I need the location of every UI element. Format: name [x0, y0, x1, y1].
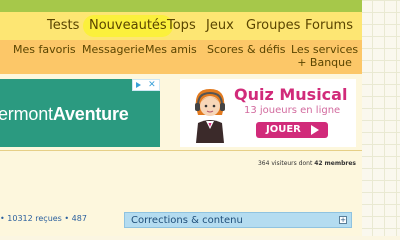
nav-nouveautes[interactable]: Nouveautés — [83, 15, 173, 37]
subnav-services[interactable]: Les services + Banque — [291, 43, 358, 69]
play-button-label: JOUER — [266, 124, 301, 135]
quiz-title: Quiz Musical — [234, 85, 348, 104]
nav-tests[interactable]: Tests — [47, 12, 79, 40]
main-nav: Tests Nouveautés Tops Jeux Groupes Forum… — [0, 12, 362, 40]
nav-forums[interactable]: Forums — [305, 12, 353, 40]
corrections-panel-header[interactable]: Corrections & contenu + — [124, 212, 352, 228]
subnav-messagerie[interactable]: Messagerie — [82, 43, 145, 56]
nav-jeux[interactable]: Jeux — [206, 12, 234, 40]
quiz-ad[interactable]: Quiz Musical 13 joueurs en ligne JOUER — [180, 79, 356, 147]
divider — [0, 150, 362, 151]
panel-title: Corrections & contenu — [131, 215, 243, 226]
adchoices-play-icon — [136, 82, 142, 88]
nav-tops[interactable]: Tops — [167, 12, 196, 40]
close-icon[interactable]: ✕ — [148, 80, 156, 90]
subnav-mes-amis[interactable]: Mes amis — [145, 43, 197, 56]
page-background — [360, 0, 400, 236]
play-icon — [311, 125, 319, 135]
quiz-subtitle: 13 joueurs en ligne — [244, 105, 341, 116]
subnav-scores-defis[interactable]: Scores & défis — [207, 43, 286, 56]
ad-banner-text: ermontAventure — [0, 104, 129, 124]
expand-icon[interactable]: + — [339, 216, 347, 224]
visitor-count: 364 visiteurs dont 42 membres — [257, 160, 356, 167]
adchoices-icon[interactable]: ✕ — [132, 79, 160, 91]
quiz-character-icon — [195, 89, 225, 143]
play-button[interactable]: JOUER — [256, 122, 328, 138]
top-bar — [0, 0, 362, 12]
nav-groupes[interactable]: Groupes — [246, 12, 300, 40]
sub-nav: Mes favoris Messagerie Mes amis Scores &… — [0, 40, 362, 74]
subnav-mes-favoris[interactable]: Mes favoris — [13, 43, 76, 56]
subnav-banque-label: + Banque — [297, 56, 352, 69]
user-stats[interactable]: • 10312 reçues • 487 — [0, 214, 87, 223]
subnav-services-label: Les services — [291, 43, 359, 56]
